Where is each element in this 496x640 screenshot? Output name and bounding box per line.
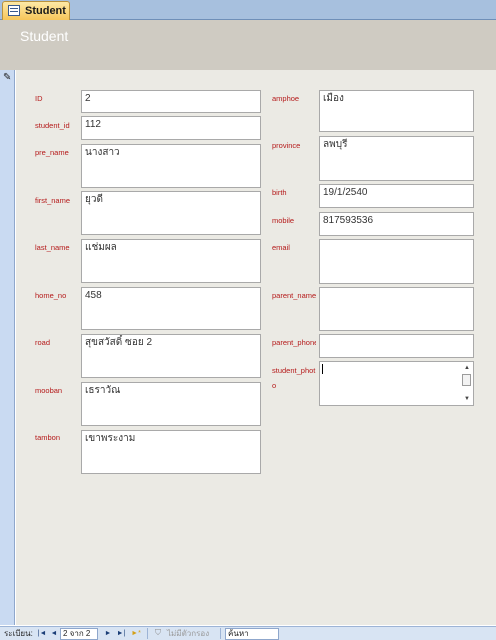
label-home-no: home_no (35, 291, 67, 300)
field-amphoe[interactable]: เมือง (319, 90, 474, 132)
label-student-photo: student_phot (272, 366, 316, 375)
field-student-photo[interactable]: ▲ ▼ (319, 361, 474, 406)
next-record-icon[interactable]: ► (103, 629, 113, 639)
label-road: road (35, 338, 51, 347)
label-parent-phone: parent_phone (272, 338, 316, 347)
record-selector[interactable]: ✎ (0, 70, 15, 625)
current-record-input[interactable]: 2 จาก 2 (60, 628, 98, 640)
label-last-name: last_name (35, 243, 70, 252)
last-record-icon[interactable]: ►| (116, 629, 126, 639)
label-mobile: mobile (272, 216, 295, 225)
field-birth[interactable]: 19/1/2540 (319, 184, 474, 208)
label-province: province (272, 141, 301, 150)
label-pre-name: pre_name (35, 148, 69, 157)
field-road[interactable]: สุขสวัสดิ์ ซอย 2 (81, 334, 261, 378)
label-first-name: first_name (35, 196, 71, 205)
filter-icon: ⛉ (155, 628, 161, 637)
field-home-no[interactable]: 458 (81, 287, 261, 330)
nav-divider (147, 628, 148, 639)
access-form-window: Student Student ✎ ID 2 student_id 112 pr… (0, 0, 496, 640)
tab-label: Student (25, 5, 66, 17)
scrollbar-thumb[interactable] (462, 374, 471, 386)
scroll-up-arrow-icon[interactable]: ▲ (462, 363, 472, 373)
label-email: email (272, 243, 290, 252)
field-tambon[interactable]: เขาพระงาม (81, 430, 261, 474)
text-caret (322, 364, 323, 374)
label-tambon: tambon (35, 433, 61, 442)
search-input[interactable]: ค้นหา (225, 628, 279, 640)
field-id[interactable]: 2 (81, 90, 261, 113)
label-amphoe: amphoe (272, 94, 300, 103)
form-icon (8, 5, 20, 16)
label-birth: birth (272, 188, 287, 197)
scroll-down-arrow-icon[interactable]: ▼ (462, 394, 472, 404)
document-tab-strip: Student (0, 0, 496, 20)
label-parent-name: parent_name (272, 291, 317, 300)
field-pre-name[interactable]: นางสาว (81, 144, 261, 188)
label-mooban: mooban (35, 386, 63, 395)
label-id: ID (35, 94, 43, 103)
field-last-name[interactable]: แช่มผล (81, 239, 261, 283)
tab-student[interactable]: Student (2, 1, 70, 20)
new-record-icon[interactable]: ►* (130, 629, 142, 639)
label-student-photo-wrap: o (272, 381, 277, 390)
pencil-icon: ✎ (3, 72, 12, 83)
field-email[interactable] (319, 239, 474, 284)
record-label: ระเบียน: (4, 629, 33, 638)
field-parent-phone[interactable] (319, 334, 474, 358)
field-mobile[interactable]: 817593536 (319, 212, 474, 236)
first-record-icon[interactable]: |◄ (37, 629, 47, 639)
previous-record-icon[interactable]: ◄ (49, 629, 59, 639)
no-filter-indicator[interactable]: ไม่มีตัวกรอง (167, 628, 209, 640)
field-student-id[interactable]: 112 (81, 116, 261, 140)
field-mooban[interactable]: เธราวัณ (81, 382, 261, 426)
label-student-id: student_id (35, 121, 70, 130)
field-parent-name[interactable] (319, 287, 474, 331)
form-title: Student (20, 28, 69, 44)
field-province[interactable]: ลพบุรี (319, 136, 474, 181)
form-header: Student (0, 20, 496, 70)
nav-divider (220, 628, 221, 639)
field-first-name[interactable]: ยุวดี (81, 191, 261, 235)
record-navigation-bar: ระเบียน: |◄ ◄ 2 จาก 2 ► ►| ►* ⛉ ไม่มีตัว… (0, 626, 496, 640)
form-body: ID 2 student_id 112 pre_name นางสาว firs… (16, 70, 496, 625)
